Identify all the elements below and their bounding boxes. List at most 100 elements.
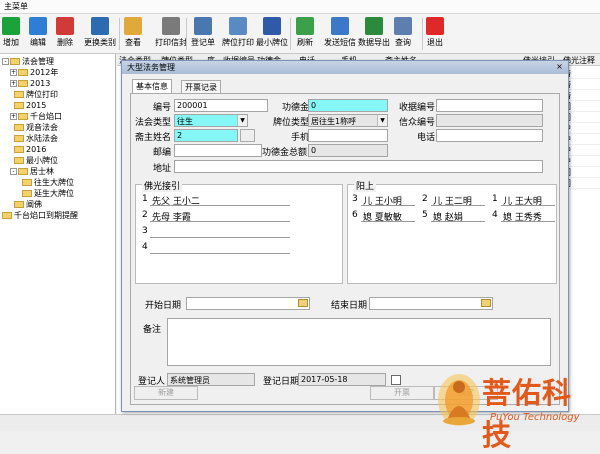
biaohao-input[interactable]: 200001 — [174, 99, 268, 112]
calendar-icon[interactable] — [481, 299, 491, 307]
edit-button[interactable]: 编辑 — [29, 16, 47, 52]
foguang-group: 佛光接引 1 先父 王小二 2 先母 李霞 3 4 — [135, 179, 343, 284]
toolbar-label: 编辑 — [30, 38, 46, 47]
foguang-name-input[interactable]: 先母 李霞 — [150, 210, 290, 223]
folder-icon — [22, 190, 32, 197]
tree-node[interactable]: 千台焰口到期提醒 — [2, 210, 78, 221]
row-number: 5 — [422, 210, 428, 220]
switch-category-button[interactable]: 更换类别 — [84, 16, 116, 52]
tree-node[interactable]: + 千台焰口 — [10, 111, 62, 122]
small-tablet-button[interactable]: 最小牌位 — [256, 16, 288, 52]
tree-node[interactable]: +2012年 — [10, 67, 58, 78]
paiwei-type-select[interactable]: 居往生1称呼 ▼ — [308, 114, 388, 127]
toolbar-label: 登记单 — [191, 38, 215, 47]
shouju-input[interactable] — [436, 99, 543, 112]
yangshang-row: 1儿 王大明 — [492, 194, 558, 207]
yangshang-name-input[interactable]: 儿 王大明 — [501, 194, 555, 207]
dianhua-input[interactable] — [436, 129, 543, 142]
register-form-button[interactable]: 登记单 — [191, 16, 215, 52]
view-icon — [124, 17, 142, 35]
row-number: 1 — [492, 194, 498, 204]
foguang-title: 佛光接引 — [142, 179, 183, 192]
tab-basic-info[interactable]: 基本信息 — [132, 79, 172, 93]
shouji-input[interactable] — [308, 129, 388, 142]
dizhi-input[interactable] — [174, 160, 543, 173]
tab-invoice-records[interactable]: 开票记录 — [181, 80, 221, 93]
tree-node[interactable]: 延生大牌位 — [22, 188, 74, 199]
tree-node[interactable]: 阐佛 — [14, 199, 42, 210]
tree-node[interactable]: 观音法会 — [14, 122, 58, 133]
yangshang-row: 6媳 夏敏敏 — [352, 210, 418, 223]
zhaizhu-input[interactable]: 2 — [174, 129, 238, 142]
expand-icon[interactable]: + — [10, 113, 17, 120]
toolbar-label: 查看 — [125, 38, 141, 47]
tree-node[interactable]: 最小牌位 — [14, 155, 58, 166]
tree-node[interactable]: 2016 — [14, 144, 46, 155]
add-icon — [2, 17, 20, 35]
foguang-name-input[interactable]: 先父 王小二 — [150, 194, 290, 207]
fahui-type-label: 法会类型 — [134, 118, 171, 128]
collapse-icon[interactable]: - — [2, 58, 9, 65]
paiwei-type-label: 牌位类型 — [272, 118, 309, 128]
collapse-icon[interactable]: - — [10, 168, 17, 175]
yangshang-name-input[interactable]: 媳 夏敏敏 — [361, 210, 415, 223]
chevron-down-icon[interactable]: ▼ — [237, 115, 247, 126]
folder-icon — [14, 201, 24, 208]
youbian-label: 邮编 — [152, 148, 171, 158]
sms-button[interactable]: 发送短信 — [324, 16, 356, 52]
view-button[interactable]: 查看 — [124, 16, 142, 52]
xinqi-label: 信众编号 — [398, 118, 435, 128]
query-button[interactable]: 查询 — [394, 16, 412, 52]
foguang-name-input[interactable] — [150, 226, 290, 238]
edit-date-icon[interactable] — [391, 375, 401, 385]
remark-label: 备注 — [142, 325, 161, 335]
folder-icon — [14, 124, 24, 131]
xinqi-input[interactable] — [436, 114, 543, 127]
tree-node[interactable]: - 居士林 — [10, 166, 54, 177]
remark-textarea[interactable] — [167, 318, 551, 366]
tree-node[interactable]: 牌位打印 — [14, 89, 58, 100]
tree-node[interactable]: +2013 — [10, 78, 50, 89]
invoice-button[interactable]: 开票 — [370, 386, 434, 400]
start-date-label: 开始日期 — [144, 301, 181, 311]
tree-node-label: 2012年 — [30, 68, 59, 77]
lookup-icon[interactable] — [240, 129, 255, 142]
tree-node[interactable]: 水陆法会 — [14, 133, 58, 144]
expand-icon[interactable]: + — [10, 69, 17, 76]
gongdejin-input[interactable]: 0 — [308, 99, 388, 112]
dialog-body: 基本信息 开票记录 编号 200001 功德金 0 收据编号 法会类型 往生 ▼… — [122, 74, 568, 411]
chevron-down-icon[interactable]: ▼ — [377, 115, 387, 126]
fahui-type-select[interactable]: 往生 ▼ — [174, 114, 248, 127]
tree-node[interactable]: - 法会管理 — [2, 56, 54, 67]
yangshang-name-input[interactable]: 媳 王秀秀 — [501, 210, 555, 223]
row-number: 3 — [352, 194, 358, 204]
expand-icon[interactable]: + — [10, 80, 17, 87]
tablet-print-button[interactable]: 牌位打印 — [222, 16, 254, 52]
tree-node[interactable]: 往生大牌位 — [22, 177, 74, 188]
start-date-input[interactable] — [186, 297, 310, 310]
print-envelope-button[interactable]: 打印信封 — [155, 16, 187, 52]
query-icon — [394, 17, 412, 35]
zhaizhu-label: 斋主姓名 — [134, 133, 171, 143]
new-button[interactable]: 新建 — [134, 386, 198, 400]
foguang-name-input[interactable] — [150, 242, 290, 254]
tree-node[interactable]: 2015 — [14, 100, 46, 111]
calendar-icon[interactable] — [298, 299, 308, 307]
row-number: 6 — [352, 210, 358, 220]
export-button[interactable]: 数据导出 — [358, 16, 390, 52]
close-icon[interactable]: × — [554, 62, 565, 72]
add-button[interactable]: 增加 — [2, 16, 20, 52]
fawu-dialog: 大型法务管理 × 基本信息 开票记录 编号 200001 功德金 0 收据编号 … — [121, 60, 569, 412]
exit-button[interactable]: 退出 — [426, 16, 444, 52]
end-date-input[interactable] — [369, 297, 493, 310]
toolbar-label: 牌位打印 — [222, 38, 254, 47]
yangshang-name-input[interactable]: 媳 赵娟 — [431, 210, 485, 223]
refresh-button[interactable]: 刷新 — [296, 16, 314, 52]
category-tree: - 法会管理 +2012年 +2013 牌位打印 2015 + 千台焰口 观音法会 水陆法会 201… — [0, 54, 116, 431]
delete-button[interactable]: 删除 — [56, 16, 74, 52]
yangshang-name-input[interactable]: 儿 王小明 — [361, 194, 415, 207]
youbian-input[interactable] — [174, 144, 262, 157]
gongdejin-label: 功德金 — [281, 103, 309, 113]
yangshang-name-input[interactable]: 儿 王二明 — [431, 194, 485, 207]
tree-node-label: 延生大牌位 — [34, 189, 74, 198]
